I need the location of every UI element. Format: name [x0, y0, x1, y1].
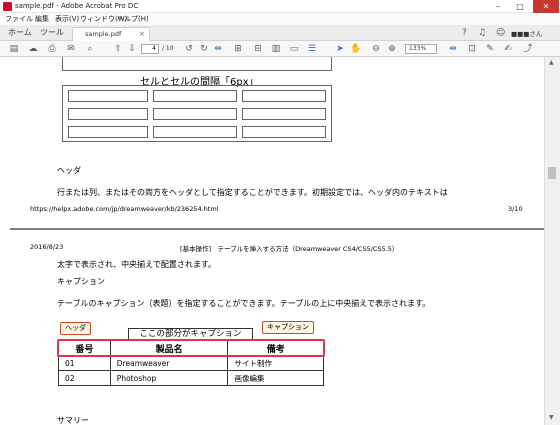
email-icon[interactable]: ✉ — [65, 43, 77, 55]
scroll-mode-icon[interactable]: ▥ — [270, 43, 282, 55]
section-heading-summary: サマリー — [57, 416, 89, 425]
upload-cloud-icon[interactable]: ☁ — [27, 43, 39, 55]
zoom-in-icon[interactable]: ⊕ — [386, 43, 398, 55]
page-header-title: [基本操作] テーブルを挿入する方法（Dreamweaver CS4/CS5/C… — [180, 245, 399, 253]
minimize-icon[interactable]: – — [488, 0, 508, 13]
section-heading-caption: キャプション — [57, 277, 105, 286]
menu-help[interactable]: ヘルプ(H) — [117, 14, 149, 24]
save-icon[interactable]: ▤ — [8, 43, 20, 55]
callout-header-label: ヘッダ — [60, 322, 91, 335]
maximize-icon[interactable]: □ — [510, 0, 530, 13]
scroll-up-icon[interactable]: ▲ — [549, 59, 554, 66]
read-mode-icon[interactable]: ▭ — [288, 43, 300, 55]
table-cell — [242, 90, 326, 102]
help-icon[interactable]: ? — [462, 27, 467, 39]
table-row: 02 Photoshop 画像編集 — [58, 370, 324, 386]
page-header-date: 2016/8/23 — [30, 243, 64, 251]
table-cell: Photoshop — [109, 370, 229, 386]
scroll-down-icon[interactable]: ▼ — [549, 414, 554, 421]
table-cell — [242, 108, 326, 120]
search-icon[interactable]: ⌕ — [84, 43, 96, 55]
table-cell — [153, 108, 237, 120]
table-cell: サイト制作 — [227, 355, 324, 371]
callout-caption-label: キャプション — [262, 321, 314, 334]
paragraph-header: 行または列、またはその両方をヘッダとして指定することができます。初期設定では、ヘ… — [57, 188, 448, 197]
full-screen-icon[interactable]: ⊡ — [466, 43, 478, 55]
table-row: 01 Dreamweaver サイト制作 — [58, 355, 324, 371]
window-title: sample.pdf - Adobe Acrobat Pro DC — [15, 2, 139, 10]
table-cell: 画像編集 — [227, 370, 324, 386]
print-icon[interactable]: ⎙ — [46, 43, 58, 55]
table-cell — [68, 108, 148, 120]
hand-tool-icon[interactable]: ✋ — [350, 43, 362, 55]
tab-tools[interactable]: ツール — [40, 25, 64, 41]
header-row-highlight — [57, 339, 325, 357]
table-cell — [153, 90, 237, 102]
page-number-input[interactable]: 4 — [141, 44, 159, 54]
page-separator — [10, 228, 544, 230]
menu-bar: ファイル 編集 表示(V) ウィンドウ(W) ヘルプ(H) — [0, 13, 560, 25]
table-cell — [68, 90, 148, 102]
footer-url: https://helpx.adobe.com/jp/dreamweaver/k… — [30, 205, 219, 213]
table-cell: 01 — [58, 355, 111, 371]
rotate-right-icon[interactable]: ↻ — [198, 43, 210, 55]
fit-width-icon[interactable]: ⇹ — [212, 43, 224, 55]
close-icon[interactable]: ✕ — [533, 0, 559, 13]
table-example-spacing — [62, 85, 332, 142]
table-cell: 02 — [58, 370, 111, 386]
title-bar: sample.pdf - Adobe Acrobat Pro DC – □ ✕ — [0, 0, 560, 13]
table-cell — [153, 126, 237, 138]
document-view[interactable]: セルとセルの間隔「6px」 ヘッダ 行または列、またはその両方をヘッダとして指定… — [0, 57, 544, 425]
sign-icon[interactable]: ✍ — [502, 43, 514, 55]
paragraph-caption: テーブルのキャプション（表題）を指定することができます。テーブルの上に中央揃えで… — [57, 299, 431, 308]
share-icon[interactable]: ⤴ — [522, 43, 534, 55]
main-toolbar: ▤ ☁ ⎙ ✉ ⌕ ⇧ ⇩ 4 / 10 ↺ ↻ ⇹ ⊞ ⊟ ▥ ▭ ☰ ➤ ✋… — [0, 41, 560, 57]
table-cell — [242, 126, 326, 138]
paragraph-bold-center: 太字で表示され、中央揃えで配置されます。 — [57, 260, 217, 269]
comment-icon[interactable]: ✎ — [484, 43, 496, 55]
page-total: / 10 — [162, 45, 174, 52]
page-display-icon[interactable]: ☰ — [306, 43, 318, 55]
tab-document[interactable]: sample.pdf × — [72, 27, 150, 41]
previous-page-icon[interactable]: ⇧ — [112, 43, 124, 55]
tab-bar: ホーム ツール sample.pdf × ? ♫ ☺ ■■■さん — [0, 25, 560, 41]
user-name[interactable]: ■■■さん — [511, 28, 542, 38]
menu-view[interactable]: 表示(V) — [55, 14, 79, 24]
zoom-out-icon[interactable]: ⊖ — [370, 43, 382, 55]
fit-width-right-icon[interactable]: ⇹ — [447, 43, 459, 55]
tab-document-label: sample.pdf — [85, 30, 122, 38]
section-heading-header: ヘッダ — [57, 166, 81, 175]
menu-edit[interactable]: 編集 — [35, 14, 49, 24]
acrobat-app-icon — [3, 2, 12, 11]
notification-bell-icon[interactable]: ♫ — [478, 27, 486, 39]
table-cell — [68, 126, 148, 138]
table-example-top — [62, 57, 332, 71]
fit-page-icon[interactable]: ⊞ — [232, 43, 244, 55]
tab-close-icon[interactable]: × — [139, 28, 145, 41]
menu-file[interactable]: ファイル — [5, 14, 33, 24]
vertical-scrollbar[interactable]: ▲ ▼ — [544, 57, 560, 425]
table-cell: Dreamweaver — [109, 355, 229, 371]
select-cursor-icon[interactable]: ➤ — [334, 43, 346, 55]
next-page-icon[interactable]: ⇩ — [126, 43, 138, 55]
zoom-level-select[interactable]: 133% — [405, 44, 437, 54]
user-avatar-icon[interactable]: ☺ — [496, 27, 505, 39]
two-page-icon[interactable]: ⊟ — [252, 43, 264, 55]
tab-home[interactable]: ホーム — [8, 25, 32, 41]
scrollbar-thumb[interactable] — [548, 167, 556, 179]
rotate-left-icon[interactable]: ↺ — [183, 43, 195, 55]
footer-page-number: 3/10 — [508, 205, 523, 213]
